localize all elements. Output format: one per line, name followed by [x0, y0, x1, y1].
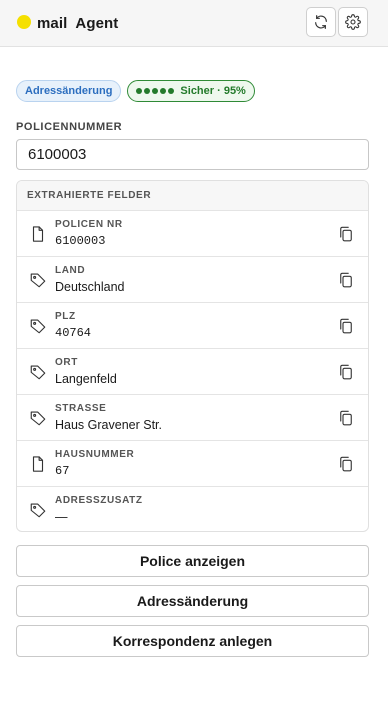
copy-icon[interactable] — [337, 455, 355, 473]
create-correspondence-button[interactable]: Korrespondenz anlegen — [16, 625, 369, 657]
field-row: HAUSNUMMER 67 — [17, 441, 368, 487]
field-label: PLZ — [55, 311, 76, 322]
tag-icon — [30, 273, 46, 288]
field-row: PLZ 40764 — [17, 303, 368, 349]
tag-icon — [30, 503, 46, 518]
document-icon — [32, 456, 44, 472]
confidence-dot — [152, 88, 159, 94]
field-value: 40764 — [55, 326, 92, 340]
field-value: 6100003 — [55, 234, 106, 248]
show-policy-button[interactable]: Police anzeigen — [16, 545, 369, 577]
logo-dot-icon — [17, 15, 31, 29]
field-row: STRASSE Haus Gravener Str. — [17, 395, 368, 441]
confidence-dot — [168, 88, 175, 94]
policy-number-input[interactable] — [16, 139, 369, 170]
policy-number-label: POLICENNUMMER — [16, 121, 123, 133]
document-icon — [32, 226, 44, 242]
field-row: LAND Deutschland — [17, 257, 368, 303]
field-row: ORT Langenfeld — [17, 349, 368, 395]
extracted-fields-title: EXTRAHIERTE FELDER — [17, 181, 368, 211]
field-row: POLICEN NR 6100003 — [17, 211, 368, 257]
app-title: mail Agent — [37, 15, 119, 32]
field-label: ORT — [55, 357, 78, 368]
tag-icon — [30, 319, 46, 334]
confidence-text: Sicher · 95% — [180, 85, 246, 97]
app-header: mail Agent — [0, 0, 388, 47]
tag-icon — [30, 411, 46, 426]
confidence-dot — [136, 88, 143, 94]
confidence-badge: Sicher · 95% — [127, 80, 255, 102]
field-label: POLICEN NR — [55, 219, 123, 230]
field-label: STRASSE — [55, 403, 107, 414]
tag-icon — [30, 365, 46, 380]
field-value: — — [55, 510, 68, 524]
field-label: HAUSNUMMER — [55, 449, 135, 460]
settings-button[interactable] — [338, 7, 368, 37]
field-value: 67 — [55, 464, 70, 478]
extracted-fields-card: EXTRAHIERTE FELDER POLICEN NR 6100003 LAND… — [16, 180, 369, 532]
type-badge: Adressänderung — [16, 80, 122, 102]
field-list: POLICEN NR 6100003 LAND Deutschland PLZ 40764… — [17, 211, 368, 531]
confidence-dot — [144, 88, 151, 94]
address-change-button[interactable]: Adressänderung — [16, 585, 369, 617]
copy-icon[interactable] — [337, 317, 355, 335]
refresh-icon — [315, 15, 327, 29]
copy-icon[interactable] — [337, 363, 355, 381]
field-label: ADRESSZUSATZ — [55, 495, 143, 506]
copy-icon[interactable] — [337, 225, 355, 243]
copy-icon[interactable] — [337, 409, 355, 427]
field-row: ADRESSZUSATZ — — [17, 487, 368, 531]
copy-icon[interactable] — [337, 271, 355, 289]
field-value: Deutschland — [55, 280, 125, 294]
badge-row: Adressänderung Sicher · 95% — [16, 80, 255, 102]
field-value: Langenfeld — [55, 372, 117, 386]
confidence-dot — [160, 88, 167, 94]
gear-icon — [345, 14, 361, 30]
confidence-dots — [136, 88, 175, 94]
refresh-button[interactable] — [306, 7, 336, 37]
field-value: Haus Gravener Str. — [55, 418, 162, 432]
field-label: LAND — [55, 265, 86, 276]
